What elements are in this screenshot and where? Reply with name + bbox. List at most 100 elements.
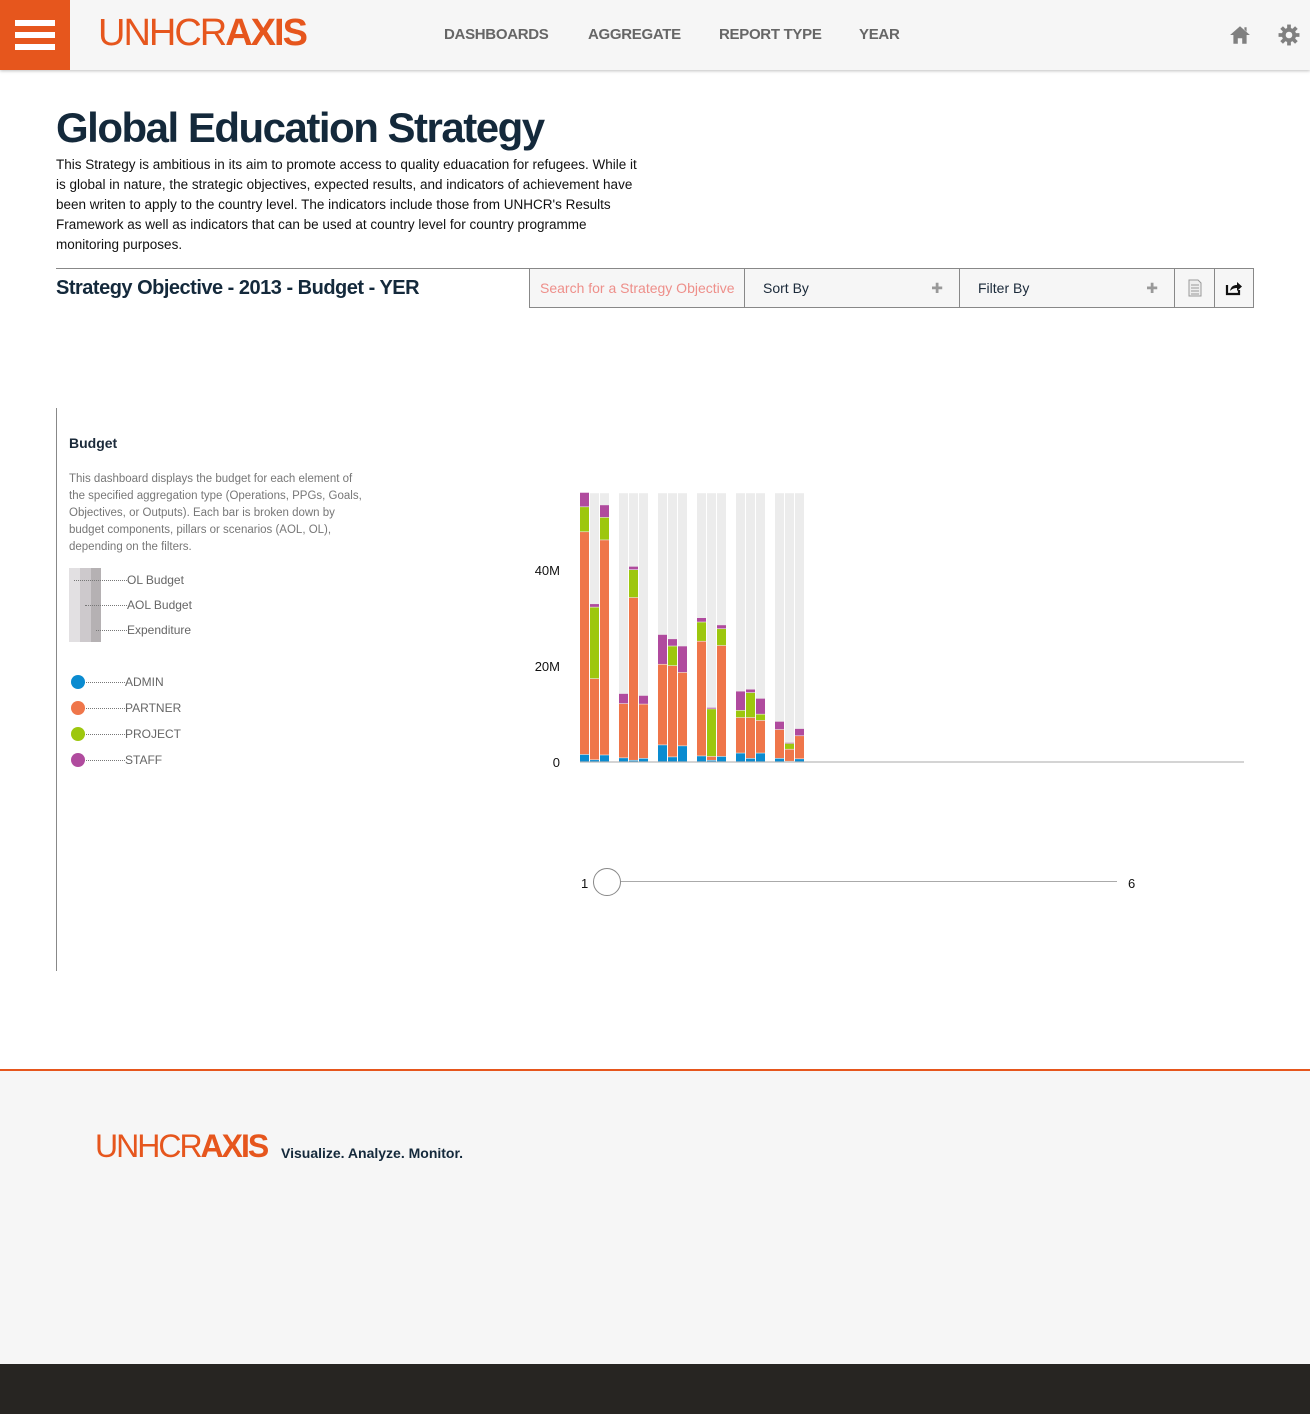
legend-admin: ADMIN: [125, 675, 164, 689]
legend-partner: PARTNER: [125, 701, 182, 715]
share-button[interactable]: [1214, 268, 1254, 308]
bar-segment-admin[interactable]: [600, 755, 609, 762]
bar-segment-staff[interactable]: [678, 646, 687, 673]
bar-segment-staff[interactable]: [707, 707, 716, 709]
bar-segment-partner[interactable]: [795, 736, 804, 759]
bar-segment-partner[interactable]: [668, 666, 677, 757]
bar-segment-staff[interactable]: [746, 689, 755, 693]
bar-segment-partner[interactable]: [785, 749, 794, 761]
top-header: UNHCRAXIS DASHBOARDS AGGREGATE REPORT TY…: [0, 0, 1310, 70]
bar-segment-admin[interactable]: [717, 756, 726, 762]
bar-segment-partner[interactable]: [619, 703, 628, 758]
bar-segment-staff[interactable]: [697, 618, 706, 622]
panel-description: This dashboard displays the budget for e…: [69, 473, 362, 553]
bar-segment-staff[interactable]: [717, 625, 726, 629]
bar-segment-admin[interactable]: [697, 756, 706, 762]
bar-segment-staff[interactable]: [756, 698, 765, 714]
y-tick-0: 0: [553, 755, 560, 770]
legend-ol-budget: OL Budget: [127, 573, 184, 587]
bar-segment-staff[interactable]: [736, 691, 745, 711]
legend-project: PROJECT: [125, 727, 182, 741]
leader-line: [84, 708, 125, 709]
bar-segment-project[interactable]: [736, 710, 745, 718]
bar-segment-project[interactable]: [717, 629, 726, 646]
bar-segment-project[interactable]: [600, 517, 609, 540]
bar-segment-admin[interactable]: [678, 746, 687, 762]
bar-segment-project[interactable]: [668, 646, 677, 666]
bar-segment-partner[interactable]: [600, 540, 609, 755]
bar-segment-staff[interactable]: [668, 639, 677, 646]
home-icon[interactable]: [1229, 24, 1251, 46]
nav-year[interactable]: YEAR: [859, 26, 900, 43]
bar-segment-staff[interactable]: [590, 604, 599, 607]
bar-segment-admin[interactable]: [658, 745, 667, 762]
slider-handle[interactable]: [593, 868, 621, 896]
bar-segment-staff[interactable]: [795, 728, 804, 736]
bar-background[interactable]: [795, 493, 804, 762]
sort-by-label: Sort By: [763, 280, 809, 296]
bar-segment-admin[interactable]: [619, 758, 628, 762]
bar-segment-partner[interactable]: [756, 720, 765, 753]
bar-segment-partner[interactable]: [639, 704, 648, 759]
sort-by-dropdown[interactable]: Sort By ✚: [744, 268, 960, 308]
bar-segment-partner[interactable]: [678, 672, 687, 746]
bar-segment-partner[interactable]: [590, 678, 599, 760]
bar-segment-admin[interactable]: [668, 757, 677, 762]
bar-segment-admin[interactable]: [629, 760, 638, 762]
bar-segment-project[interactable]: [590, 607, 599, 679]
bar-background[interactable]: [785, 493, 794, 762]
bar-segment-project[interactable]: [756, 714, 765, 721]
bar-segment-admin[interactable]: [707, 760, 716, 762]
panel-title: Budget: [69, 435, 118, 451]
bar-segment-partner[interactable]: [658, 664, 667, 745]
page-title: Global Education Strategy: [56, 104, 545, 151]
footer-tagline: Visualize. Analyze. Monitor.: [281, 1145, 464, 1161]
bar-segment-partner[interactable]: [580, 532, 589, 755]
document-button[interactable]: [1174, 268, 1215, 308]
nav-aggregate[interactable]: AGGREGATE: [588, 26, 681, 43]
y-tick-40m: 40M: [535, 563, 560, 578]
bar-segment-staff[interactable]: [600, 505, 609, 518]
bar-segment-staff[interactable]: [639, 695, 648, 704]
bar-segment-staff[interactable]: [629, 566, 638, 570]
bar-segment-admin[interactable]: [795, 759, 804, 762]
bar-segment-project[interactable]: [785, 743, 794, 749]
menu-icon-bar: [15, 32, 55, 38]
nav-dashboards[interactable]: DASHBOARDS: [444, 26, 549, 43]
bar-segment-admin[interactable]: [580, 754, 589, 762]
bar-segment-staff[interactable]: [580, 492, 589, 507]
bar-segment-partner[interactable]: [629, 597, 638, 760]
bar-segment-partner[interactable]: [697, 641, 706, 756]
bar-segment-project[interactable]: [746, 692, 755, 718]
bar-segment-partner[interactable]: [707, 756, 716, 760]
nav-report-type[interactable]: REPORT TYPE: [719, 26, 822, 43]
bar-segment-project[interactable]: [697, 622, 706, 641]
bar-segment-project[interactable]: [629, 570, 638, 598]
bar-segment-staff[interactable]: [658, 634, 667, 664]
bar-segment-admin[interactable]: [639, 758, 648, 762]
slider-track[interactable]: [620, 881, 1117, 882]
menu-button[interactable]: [0, 0, 70, 70]
search-input[interactable]: [529, 268, 745, 308]
bar-segment-admin[interactable]: [590, 760, 599, 762]
bar-segment-staff[interactable]: [619, 693, 628, 704]
footer: [0, 1071, 1310, 1364]
bar-segment-staff[interactable]: [775, 721, 784, 730]
gear-icon[interactable]: [1278, 24, 1300, 46]
logo[interactable]: UNHCRAXIS: [98, 12, 308, 55]
bar-segment-admin[interactable]: [736, 753, 745, 762]
bar-segment-partner[interactable]: [736, 717, 745, 753]
filter-by-dropdown[interactable]: Filter By ✚: [959, 268, 1175, 308]
bar-segment-partner[interactable]: [746, 717, 755, 759]
bar-segment-project[interactable]: [707, 709, 716, 757]
bar-segment-admin[interactable]: [756, 753, 765, 762]
bar-segment-admin[interactable]: [775, 758, 784, 762]
bar-segment-project[interactable]: [580, 507, 589, 532]
slider-min-label: 1: [581, 876, 589, 891]
bar-segment-partner[interactable]: [775, 729, 784, 759]
menu-icon: [15, 20, 55, 26]
bar-segment-admin[interactable]: [746, 758, 755, 762]
bar-segment-partner[interactable]: [717, 645, 726, 757]
bar-segment-staff[interactable]: [785, 742, 794, 744]
logo-light: UNHCR: [98, 12, 227, 54]
